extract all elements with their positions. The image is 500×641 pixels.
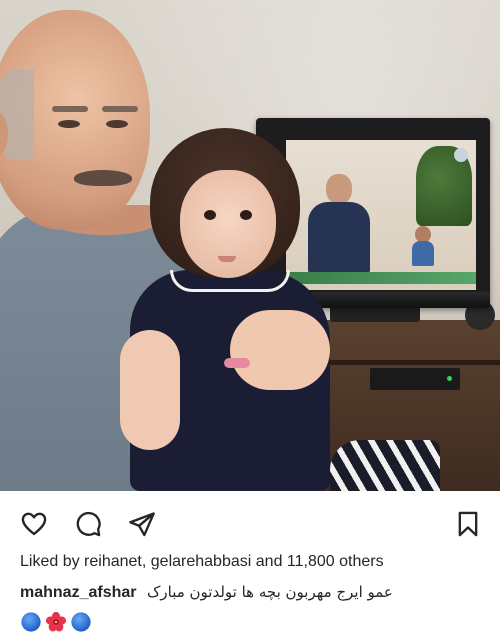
liked-by-user-link[interactable]: reihanet bbox=[84, 553, 142, 570]
caption-emoji-row bbox=[20, 610, 92, 634]
photo-tv-child-body bbox=[412, 241, 434, 266]
photo-girl-arm bbox=[120, 330, 180, 450]
photo-receiver-led bbox=[447, 376, 452, 381]
caption-text: عمو ایرج مهربون بچه ها تولدتون مبارک bbox=[146, 583, 393, 601]
likes-prefix: Liked by bbox=[20, 553, 80, 570]
photo-man-brow-left bbox=[52, 106, 88, 112]
post-photo[interactable] bbox=[0, 0, 500, 491]
photo-girl-hands bbox=[230, 310, 330, 390]
photo-girl bbox=[120, 120, 350, 491]
likes-conjunction: and bbox=[255, 553, 283, 570]
likes-summary: Liked by reihanet, gelarehabbasi and 11,… bbox=[20, 553, 384, 571]
blue-circle-emoji bbox=[21, 612, 41, 632]
photo-girl-eye-left bbox=[204, 210, 216, 220]
comment-bubble-icon[interactable] bbox=[72, 508, 104, 540]
paper-plane-icon[interactable] bbox=[126, 508, 158, 540]
liked-by-user-link[interactable]: gelarehabbasi bbox=[151, 553, 252, 570]
photo-man-eye-left bbox=[58, 120, 80, 128]
photo-tv-child bbox=[412, 226, 434, 266]
heart-outline-icon[interactable] bbox=[18, 508, 50, 540]
photo-girl-bracelet bbox=[224, 358, 250, 368]
photo-man-brow-right bbox=[102, 106, 138, 112]
blue-circle-emoji bbox=[71, 612, 91, 632]
post-action-bar bbox=[0, 503, 500, 543]
likes-count-link[interactable]: 11,800 others bbox=[287, 553, 384, 570]
likes-separator: , bbox=[141, 553, 147, 570]
photo-receiver bbox=[370, 368, 460, 390]
hibiscus-flower-emoji bbox=[45, 611, 67, 632]
bookmark-outline-icon[interactable] bbox=[452, 508, 484, 540]
post-caption: mahnaz_afshar عمو ایرج مهربون بچه ها تول… bbox=[20, 583, 490, 602]
photo-girl-eye-right bbox=[240, 210, 252, 220]
photo-striped-cushion bbox=[330, 440, 440, 491]
photo-tv-channel-logo bbox=[454, 148, 468, 162]
caption-username-link[interactable]: mahnaz_afshar bbox=[20, 584, 137, 601]
